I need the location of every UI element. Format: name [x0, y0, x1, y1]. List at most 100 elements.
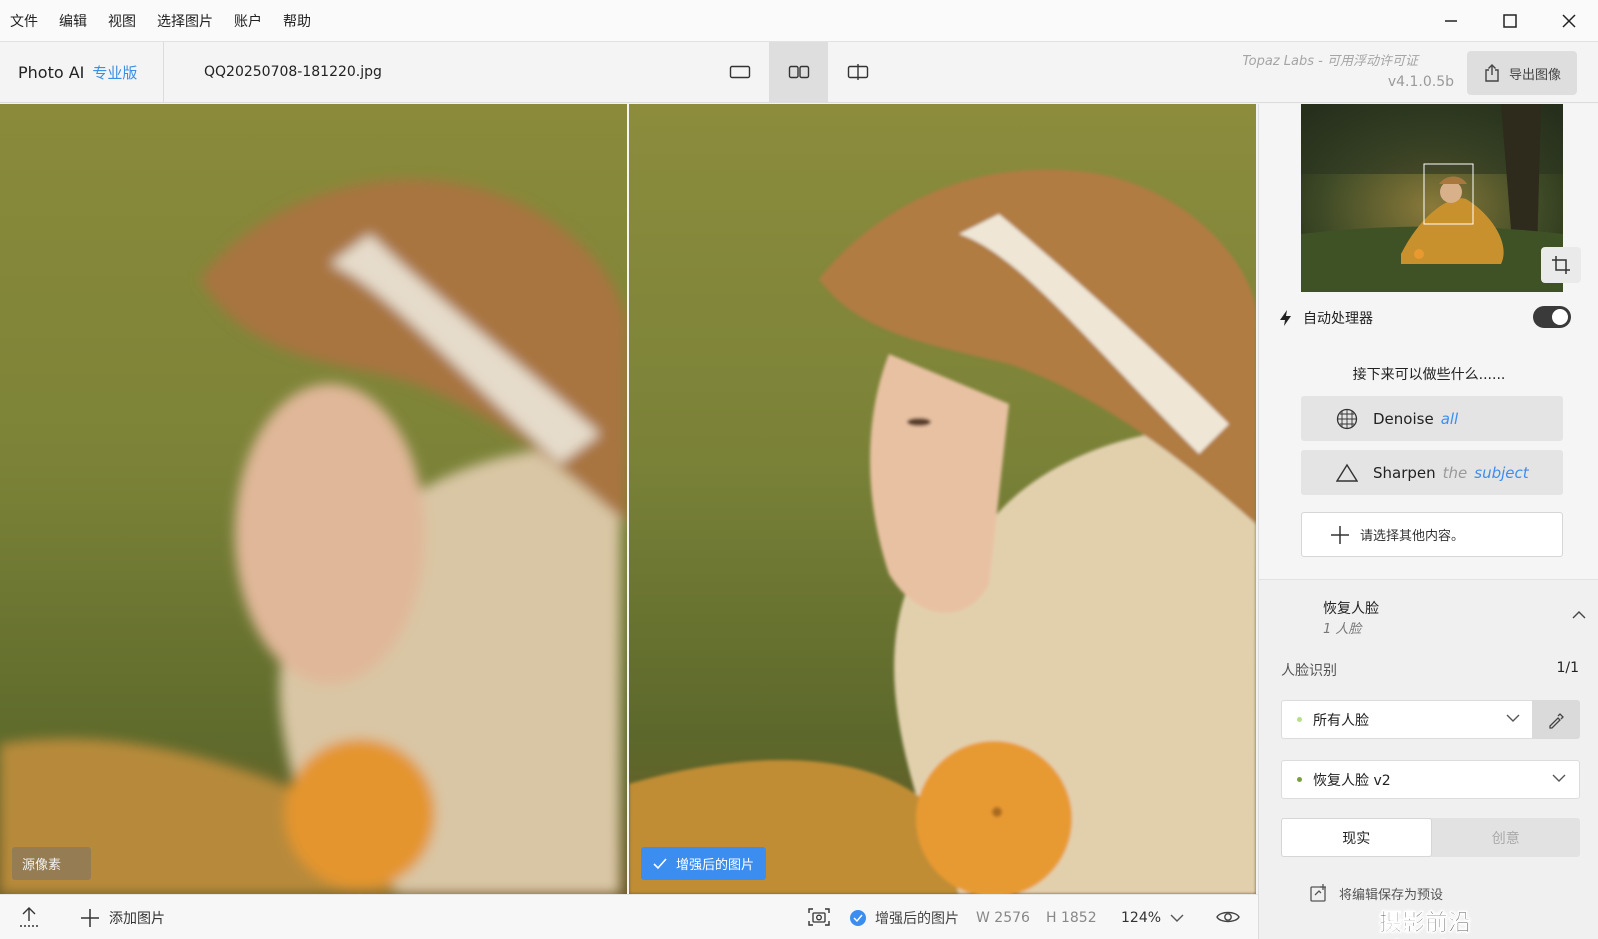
header-divider	[163, 42, 164, 102]
watermark: 摄影前沿 sheyingzyz.com	[1379, 910, 1585, 939]
menu-bar: 文件 编辑 视图 选择图片 账户 帮助	[0, 0, 1598, 42]
mode-creative[interactable]: 创意	[1432, 818, 1581, 857]
menu-edit[interactable]: 编辑	[59, 11, 87, 31]
header-toolbar: Photo AI 专业版 QQ20250708-181220.jpg Topaz…	[0, 42, 1598, 103]
thumbnail-image	[1301, 104, 1563, 292]
brand: Photo AI 专业版	[18, 42, 137, 102]
face-picker-icon	[1549, 712, 1564, 729]
screenshot-icon	[808, 908, 830, 926]
menu-items: 文件 编辑 视图 选择图片 账户 帮助	[10, 0, 332, 42]
save-preset-label: 将编辑保存为预设	[1339, 887, 1444, 903]
maximize-button[interactable]	[1480, 0, 1539, 42]
eye-icon	[1216, 911, 1240, 923]
face-detection-label: 人脸识别	[1281, 663, 1337, 679]
source-label: 源像素	[12, 847, 92, 880]
plus-icon	[1331, 525, 1349, 544]
denoise-suggestion[interactable]: Denoise all	[1301, 396, 1563, 441]
source-preview[interactable]: 源像素	[0, 104, 627, 894]
denoise-icon	[1331, 408, 1363, 430]
menu-account[interactable]: 账户	[234, 11, 262, 31]
split-view-icon	[847, 64, 868, 80]
upload-icon	[20, 907, 38, 927]
license-text: Topaz Labs - 可用浮动许可证	[1242, 54, 1418, 69]
menu-file[interactable]: 文件	[10, 11, 38, 31]
check-icon	[653, 857, 667, 869]
add-image-label: 添加图片	[109, 910, 165, 927]
image-width: W 2576	[976, 909, 1030, 926]
chevron-up-icon	[1572, 611, 1586, 619]
collapse-button[interactable]	[1571, 608, 1587, 624]
face-selection-dropdown[interactable]: 所有人脸	[1281, 700, 1534, 739]
autopilot-label: 自动处理器	[1303, 311, 1373, 327]
menu-view[interactable]: 视图	[108, 11, 136, 31]
export-label: 导出图像	[1508, 67, 1561, 83]
close-icon	[1561, 14, 1576, 28]
denoise-target: all	[1440, 409, 1459, 428]
sharpen-target: subject	[1474, 463, 1529, 482]
select-other-label: 请选择其他内容。	[1360, 529, 1465, 544]
status-bar: 添加图片 增强后的图片 W 2576 H 1852 124%	[0, 894, 1258, 939]
single-view-icon	[729, 65, 750, 79]
file-name: QQ20250708-181220.jpg	[204, 64, 382, 80]
chevron-down-icon	[1170, 914, 1184, 922]
sharpen-suggestion[interactable]: Sharpen the subject	[1301, 450, 1563, 495]
crop-icon	[1552, 256, 1570, 274]
face-model-dropdown[interactable]: 恢复人脸 v2	[1281, 760, 1580, 799]
face-recovery-section: 恢复人脸 1 人脸 人脸识别 1/1 所有人脸 恢复人脸 v2 现实 创意 将编…	[1259, 580, 1598, 939]
face-mode-switch: 现实 创意	[1281, 818, 1580, 857]
image-height: H 1852	[1046, 909, 1097, 926]
mode-realistic[interactable]: 现实	[1281, 818, 1432, 857]
lightning-icon	[1280, 310, 1291, 326]
close-button[interactable]	[1539, 0, 1598, 42]
zoom-selector[interactable]: 124%	[1121, 895, 1185, 939]
screenshot-button[interactable]	[808, 907, 830, 931]
zoom-value: 124%	[1121, 909, 1162, 926]
enhanced-toggle[interactable]: 增强后的图片	[850, 895, 959, 939]
minimize-button[interactable]	[1421, 0, 1480, 42]
face-selection-value: 所有人脸	[1313, 712, 1369, 729]
select-other-button[interactable]: 请选择其他内容。	[1301, 512, 1563, 557]
next-steps-title: 接下来可以做些什么......	[1352, 367, 1506, 383]
side-by-side-icon	[788, 65, 809, 79]
face-recovery-title[interactable]: 恢复人脸	[1323, 598, 1379, 618]
edition-label: 专业版	[92, 63, 138, 82]
sharpen-modifier: the	[1442, 463, 1468, 482]
export-button[interactable]: 导出图像	[1467, 51, 1577, 95]
save-preset-icon	[1310, 884, 1326, 902]
autopilot-toggle[interactable]	[1533, 306, 1571, 328]
sharpen-name: Sharpen	[1373, 463, 1436, 482]
side-by-side-view-button[interactable]	[769, 42, 828, 102]
add-image-button[interactable]: 添加图片	[80, 895, 165, 939]
preview-toggle-button[interactable]	[1216, 908, 1240, 930]
face-picker-button[interactable]	[1532, 700, 1580, 739]
menu-help[interactable]: 帮助	[283, 11, 311, 31]
status-dot	[1297, 717, 1302, 722]
enhanced-image	[629, 104, 1256, 894]
enhanced-status-label: 增强后的图片	[875, 910, 959, 927]
view-mode-group	[710, 42, 887, 102]
face-count: 1 人脸	[1323, 622, 1362, 637]
source-image	[0, 104, 627, 894]
enhanced-label-text: 增强后的图片	[676, 858, 755, 873]
export-icon	[1485, 64, 1499, 82]
crop-button[interactable]	[1541, 247, 1581, 283]
sharpen-icon	[1331, 463, 1363, 483]
single-view-button[interactable]	[710, 42, 769, 102]
enhanced-preview[interactable]: 增强后的图片	[629, 104, 1256, 894]
split-view-button[interactable]	[828, 42, 887, 102]
menu-select-images[interactable]: 选择图片	[157, 11, 213, 31]
right-sidebar: 自动处理器 接下来可以做些什么...... Denoise all Sharpe…	[1258, 104, 1598, 939]
window-controls	[1421, 0, 1598, 42]
face-detection-value: 1/1	[1556, 660, 1579, 676]
upload-button[interactable]	[18, 905, 40, 933]
plus-icon	[81, 908, 99, 927]
maximize-icon	[1502, 14, 1517, 28]
navigator-thumbnail[interactable]	[1301, 104, 1563, 292]
app-name: Photo AI	[18, 62, 85, 82]
denoise-name: Denoise	[1373, 409, 1434, 428]
minimize-icon	[1444, 20, 1457, 22]
chevron-down-icon	[1552, 774, 1566, 782]
enhanced-label: 增强后的图片	[641, 847, 767, 880]
autopilot-row: 自动处理器	[1279, 304, 1579, 332]
status-dot	[1297, 777, 1302, 782]
